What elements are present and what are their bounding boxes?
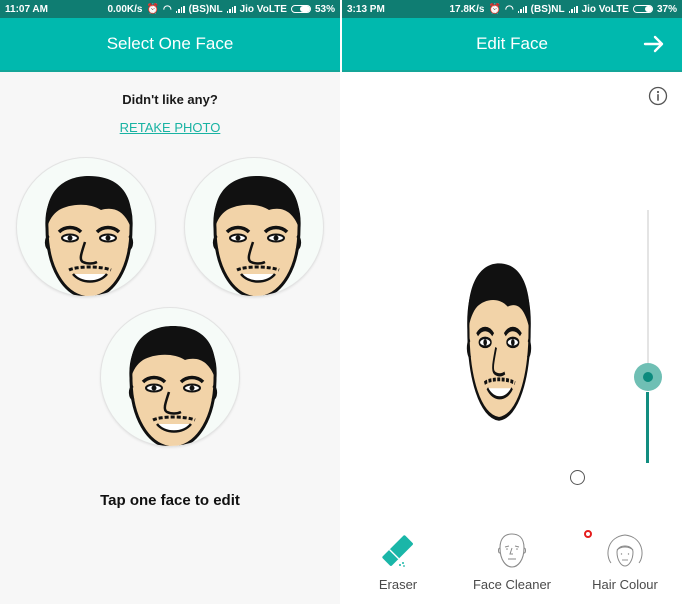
select-face-screen: 11:07 AM 0.00K/s ⏰ ◠ (BS)NL Jio VoLTE 53… <box>0 0 340 604</box>
retake-prompt: Didn't like any? <box>122 92 218 107</box>
face-cleaner-icon <box>498 533 526 568</box>
carrier-2: Jio VoLTE <box>239 3 287 15</box>
carrier-1: (BS)NL <box>188 3 223 15</box>
alarm-icon: ⏰ <box>146 3 159 15</box>
instruction-text: Tap one face to edit <box>100 492 240 509</box>
tool-label: Face Cleaner <box>472 577 552 592</box>
face-option-3[interactable] <box>100 307 240 447</box>
face-portrait-image <box>128 326 218 446</box>
network-speed: 0.00K/s <box>107 3 143 15</box>
app-bar: Select One Face <box>0 18 340 72</box>
status-bar: 3:13 PM 17.8K/s ⏰ ◠ (BS)NL Jio VoLTE 37% <box>342 0 682 18</box>
tool-eraser[interactable]: Eraser <box>343 533 453 592</box>
battery-icon <box>632 5 653 13</box>
brush-preview-circle[interactable] <box>570 470 585 485</box>
battery-icon <box>290 5 311 13</box>
page-title: Select One Face <box>106 34 234 53</box>
brush-size-slider-thumb[interactable] <box>634 362 662 391</box>
signal-icon <box>568 5 578 13</box>
signal-icon <box>175 5 185 13</box>
editable-face-image[interactable] <box>448 243 550 433</box>
tool-label: Eraser <box>378 577 418 592</box>
face-option-2[interactable] <box>184 157 324 297</box>
app-bar: Edit Face <box>342 18 682 72</box>
page-title: Edit Face <box>476 34 548 53</box>
carrier-1: (BS)NL <box>530 3 565 15</box>
slider-track[interactable] <box>647 210 649 363</box>
alarm-icon: ⏰ <box>488 3 501 15</box>
face-portrait-image <box>212 176 302 296</box>
arrow-right-icon[interactable] <box>642 32 666 56</box>
signal-icon <box>517 5 527 13</box>
network-speed: 17.8K/s <box>449 3 485 15</box>
battery-percent: 53% <box>314 3 335 15</box>
status-time: 3:13 PM <box>347 3 385 15</box>
face-option-1[interactable] <box>16 157 156 297</box>
status-time: 11:07 AM <box>5 3 48 15</box>
status-bar: 11:07 AM 0.00K/s ⏰ ◠ (BS)NL Jio VoLTE 53… <box>0 0 340 18</box>
info-icon[interactable] <box>648 86 668 106</box>
carrier-2: Jio VoLTE <box>581 3 629 15</box>
signal-icon <box>226 5 236 13</box>
face-portrait-image <box>44 176 134 296</box>
hair-colour-icon <box>607 534 643 567</box>
tool-face-cleaner[interactable]: Face Cleaner <box>457 533 567 592</box>
wifi-icon: ◠ <box>504 3 514 15</box>
battery-percent: 37% <box>656 3 677 15</box>
tool-hair-colour[interactable]: Hair Colour <box>570 533 680 592</box>
tool-label: Hair Colour <box>592 577 658 592</box>
eraser-icon <box>382 535 413 567</box>
slider-fill <box>646 391 649 463</box>
wifi-icon: ◠ <box>162 3 172 15</box>
retake-photo-link[interactable]: RETAKE PHOTO <box>0 120 340 135</box>
